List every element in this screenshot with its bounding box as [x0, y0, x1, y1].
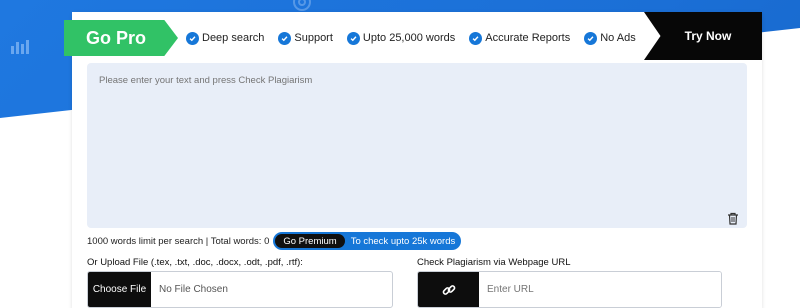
text-input[interactable]: [87, 63, 747, 228]
feature-label: Upto 25,000 words: [362, 32, 456, 44]
word-limit-bar: 1000 words limit per search | Total word…: [87, 232, 462, 250]
feature-item: No Ads: [584, 31, 636, 45]
trash-icon[interactable]: [727, 212, 739, 225]
link-icon: [442, 284, 455, 295]
feature-item: Accurate Reports: [469, 31, 571, 45]
feature-label: Deep search: [202, 32, 265, 44]
file-status: No File Chosen: [159, 284, 228, 295]
plagiarism-checker-card: Deep search Support Upto 25,000 words Ac…: [64, 12, 762, 308]
check-circle-icon: [584, 31, 598, 45]
feature-item: Deep search: [186, 31, 265, 45]
check-circle-icon: [186, 31, 199, 45]
feature-label: No Ads: [600, 32, 636, 44]
pro-banner: Deep search Support Upto 25,000 words Ac…: [64, 12, 762, 60]
check-circle-icon: [278, 31, 292, 45]
upload-label: Or Upload File (.tex, .txt, .doc, .docx,…: [87, 257, 303, 268]
bar-chart-icon: [11, 40, 29, 54]
go-pro-tag[interactable]: Go Pro: [64, 20, 178, 56]
feature-label: Support: [294, 32, 333, 44]
go-premium-button[interactable]: Go Premium: [275, 234, 345, 248]
feature-label: Accurate Reports: [485, 32, 571, 44]
choose-file-button[interactable]: Choose File: [88, 272, 151, 307]
url-field: [417, 271, 722, 308]
premium-pill: Go Premium To check upto 25k words: [273, 232, 462, 250]
feature-item: Support: [278, 31, 333, 45]
file-upload-field[interactable]: Choose File No File Chosen: [87, 271, 393, 308]
link-button[interactable]: [418, 272, 479, 307]
try-now-button[interactable]: Try Now: [644, 12, 762, 60]
check-circle-icon: [346, 31, 360, 45]
feature-item: Upto 25,000 words: [346, 31, 456, 45]
premium-text: To check upto 25k words: [350, 235, 456, 247]
url-input[interactable]: [479, 272, 721, 307]
check-circle-icon: [469, 31, 483, 45]
feature-list: Deep search Support Upto 25,000 words Ac…: [164, 20, 654, 58]
word-count-text: 1000 words limit per search | Total word…: [87, 235, 270, 247]
url-label: Check Plagiarism via Webpage URL: [417, 257, 571, 268]
